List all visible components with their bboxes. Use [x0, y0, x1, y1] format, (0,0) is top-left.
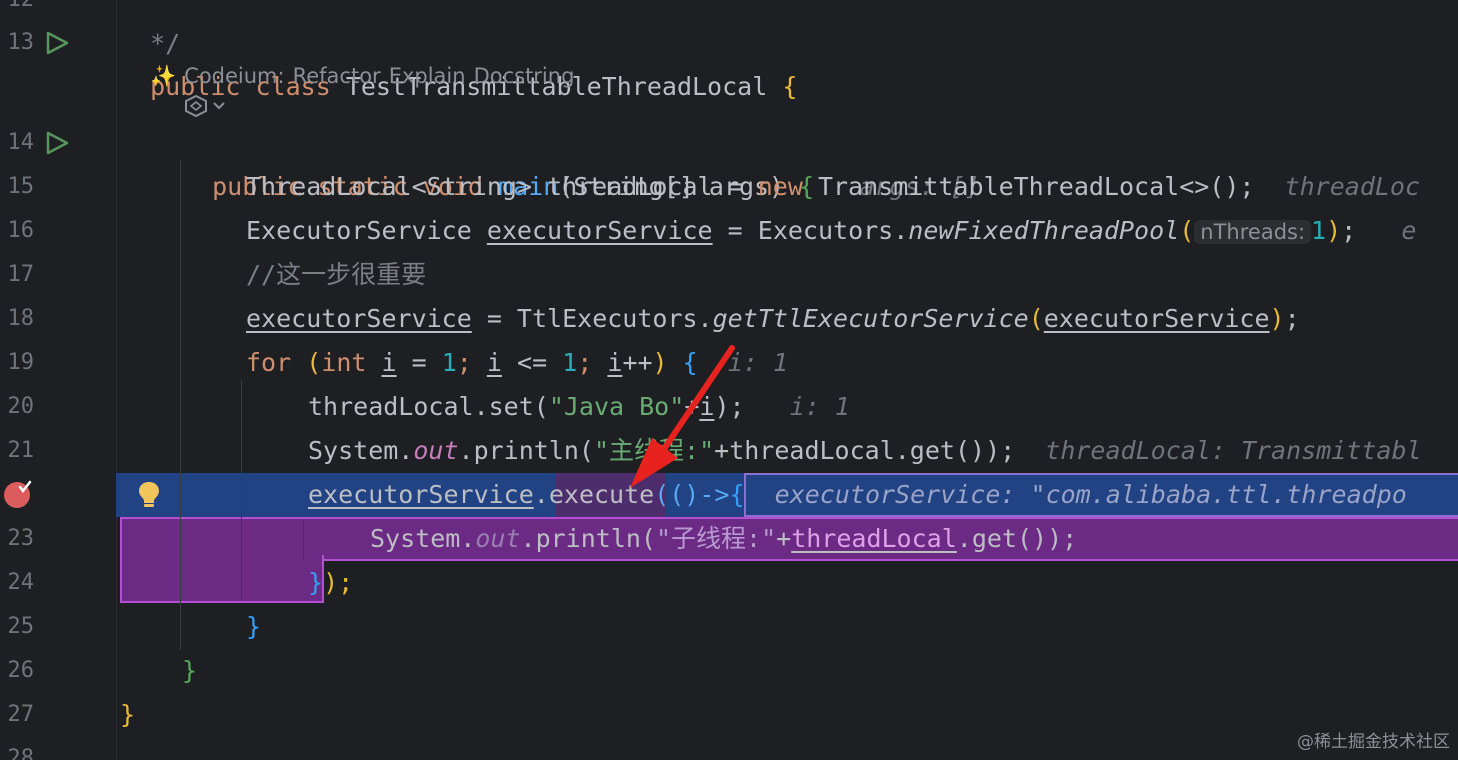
method-call: newFixedThreadPool [908, 216, 1180, 245]
line-number: 17 [7, 262, 35, 287]
run-play-icon[interactable] [44, 130, 70, 156]
variable: executorService [308, 480, 534, 509]
code-line-25[interactable]: } [246, 605, 261, 649]
line-number: 28 [7, 746, 35, 760]
code-line-26[interactable]: } [182, 649, 197, 693]
code-text: .println( [458, 436, 594, 465]
parameter-inlay-hint: nThreads: [1194, 220, 1312, 244]
sparkle-icon: ✨ [150, 64, 177, 88]
static-field: out [413, 436, 459, 465]
code-text: System. [308, 436, 414, 465]
brace: } [246, 612, 262, 641]
code-line-15[interactable]: ThreadLocal<String> threadLocal = new Tr… [246, 165, 1420, 209]
breakpoint-icon[interactable] [2, 480, 34, 510]
line-number: 15 [7, 174, 35, 199]
code-line-27[interactable]: } [120, 693, 135, 737]
lightbulb-icon[interactable] [136, 480, 162, 510]
line-number: 20 [7, 394, 35, 419]
codeium-docstring-link[interactable]: Docstring [474, 64, 575, 88]
code-text: .println( [520, 524, 656, 553]
number-literal: 1 [562, 348, 578, 377]
code-line-21[interactable]: System.out.println("主线程:"+threadLocal.ge… [308, 429, 1422, 473]
variable: executorService [1043, 304, 1270, 333]
line-number: 19 [7, 350, 35, 375]
code-text: ThreadLocal<String> threadLocal = [246, 172, 758, 201]
brace: } [182, 656, 198, 685]
line-number: 21 [7, 438, 35, 463]
code-text: = Executors. [712, 216, 909, 245]
code-text: ); [323, 568, 354, 597]
code-text: System. [370, 524, 476, 553]
watermark: @稀土掘金技术社区 [1297, 732, 1450, 752]
debug-value-hint: e [1401, 216, 1417, 245]
variable: executorService [486, 216, 713, 245]
editor-gutter: 12 13 14 15 16 17 18 19 20 21 23 24 25 2… [0, 0, 117, 760]
line-number: 23 [7, 526, 35, 551]
lambda-highlight [120, 555, 324, 603]
codeium-refactor-link[interactable]: Refactor [293, 64, 381, 88]
code-text: threadLocal.set( [308, 392, 549, 421]
line-number: 25 [7, 614, 35, 639]
code-line-17[interactable]: //这一步很重要 [246, 253, 426, 297]
line-number: 12 [0, 0, 35, 22]
debug-value-hint: i: 1 [789, 392, 850, 421]
line-number: 16 [7, 218, 35, 243]
string-literal: "子线程:" [655, 524, 777, 553]
codeium-label: Codeium: [184, 64, 285, 88]
code-text: . [533, 480, 549, 509]
code-text: = TtlExecutors. [471, 304, 713, 333]
debug-value-hint: executorService: "com.alibaba.ttl.thread… [774, 480, 1407, 509]
code-text: .get()); [956, 524, 1078, 553]
code-line-12: */ [120, 0, 180, 58]
indent-guide [241, 380, 242, 600]
indent-guide [180, 160, 181, 650]
codeium-lens: ✨ Codeium: Refactor Explain Docstring [150, 56, 582, 96]
line-number: 27 [7, 702, 35, 727]
keyword: new [757, 172, 803, 201]
debug-value-hint: threadLocal: Transmittabl [1045, 436, 1422, 465]
red-arrow-annotation [630, 345, 735, 488]
keyword: int [321, 348, 367, 377]
brace: { [782, 72, 798, 101]
brace: } [308, 568, 324, 597]
code-text: + [776, 524, 792, 553]
run-play-icon[interactable] [44, 30, 70, 56]
code-line-23[interactable]: System.out.println("子线程:"+threadLocal.ge… [370, 517, 1077, 561]
code-line-18[interactable]: executorService = TtlExecutors.getTtlExe… [246, 297, 1300, 341]
code-line-20[interactable]: threadLocal.set("Java Bo"+i); i: 1 [308, 385, 850, 429]
code-line-16[interactable]: ExecutorService executorService = Execut… [246, 209, 1416, 253]
static-field: out [475, 524, 521, 553]
line-number: 13 [7, 30, 35, 55]
brace: } [120, 700, 136, 729]
line-number: 24 [7, 570, 35, 595]
comment: //这一步很重要 [246, 260, 427, 289]
debug-value-hint: threadLoc [1284, 172, 1421, 201]
line-number: 14 [7, 130, 35, 155]
number-literal: 1 [441, 348, 457, 377]
code-text: +threadLocal.get()); [714, 436, 1016, 465]
variable: threadLocal [791, 524, 957, 553]
codeium-explain-link[interactable]: Explain [389, 64, 466, 88]
line-number: 26 [7, 658, 35, 683]
code-text: TransmittableThreadLocal<>(); [802, 172, 1255, 201]
indent-guide [303, 520, 304, 560]
keyword: for [246, 348, 292, 377]
number-literal: 1 [1311, 216, 1327, 245]
code-line-24[interactable]: }); [308, 561, 353, 605]
variable: i [381, 348, 397, 377]
ai-assistant-icon[interactable] [184, 94, 230, 118]
variable: executorService [246, 304, 472, 333]
code-text: ExecutorService [246, 216, 487, 245]
line-number: 18 [7, 306, 35, 331]
code-line-22[interactable]: executorService.execute(()->{ executorSe… [308, 473, 1407, 517]
code-line-14[interactable]: public static void main(String[] args) {… [182, 121, 980, 201]
method-call: getTtlExecutorService [712, 304, 1029, 333]
